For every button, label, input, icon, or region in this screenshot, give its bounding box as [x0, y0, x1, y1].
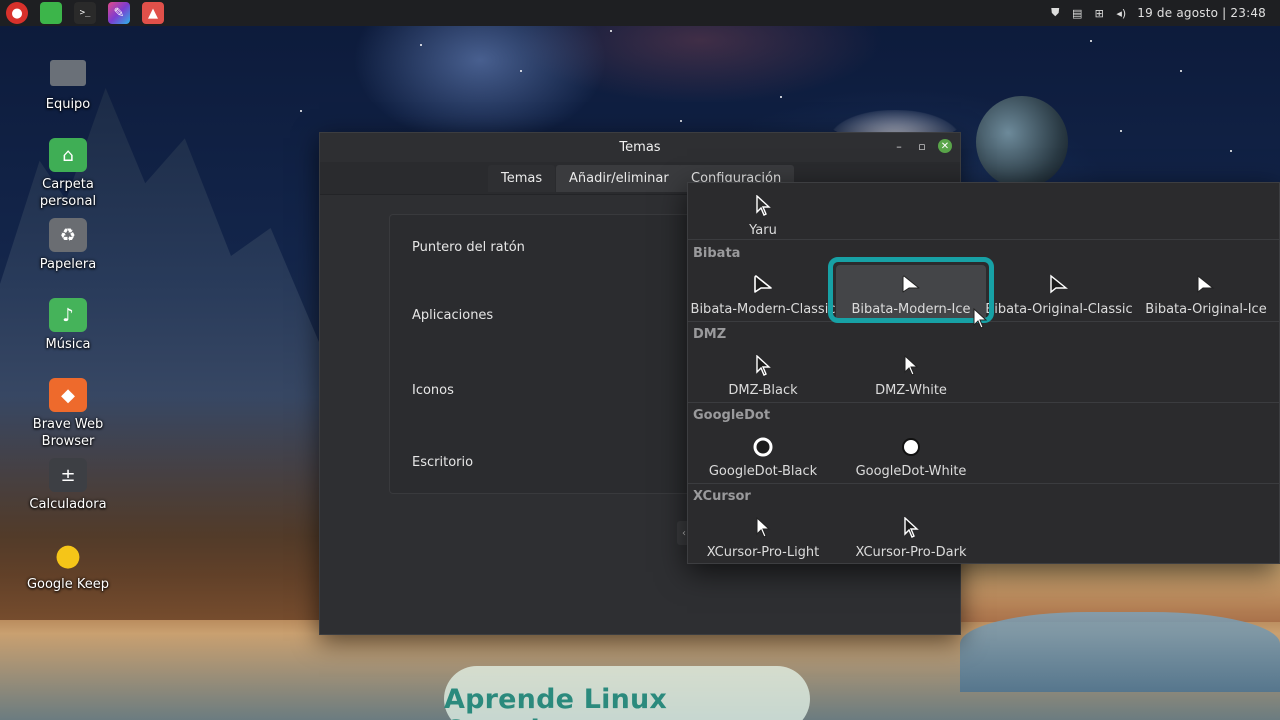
cursor-arrow-icon: [755, 193, 771, 219]
cursor-arrow-icon: [755, 353, 771, 379]
desktop-icon-carpeta-personal[interactable]: ⌂ Carpeta personal: [18, 138, 118, 210]
cursor-dot-icon: [752, 434, 774, 460]
desktop-icon-calculadora[interactable]: ± Calculadora: [18, 458, 118, 513]
launcher-bar: ● >_ ✎ ▲: [0, 2, 164, 24]
network-icon[interactable]: ⊞: [1093, 7, 1105, 20]
files-icon[interactable]: [40, 2, 62, 24]
trash-icon: ♻: [49, 218, 87, 252]
cursor-arrow-icon: [1196, 272, 1216, 298]
image-viewer-icon[interactable]: ▲: [142, 2, 164, 24]
minimize-icon[interactable]: –: [892, 139, 906, 153]
text-editor-icon[interactable]: ✎: [108, 2, 130, 24]
star: [520, 70, 522, 72]
group-separator: [688, 402, 1279, 403]
star: [1180, 70, 1182, 72]
music-folder-icon: ♪: [49, 298, 87, 332]
terminal-icon[interactable]: >_: [74, 2, 96, 24]
desktop-icon-google-keep[interactable]: ● Google Keep: [18, 538, 118, 593]
home-folder-icon: ⌂: [49, 138, 87, 172]
cursor-arrow-icon: [903, 515, 919, 541]
setting-icons: Iconos: [412, 383, 454, 398]
cursor-arrow-icon: [903, 353, 919, 379]
selection-highlight: [828, 257, 994, 323]
star: [1230, 150, 1232, 152]
desktop-icon-equipo[interactable]: Equipo: [18, 56, 118, 113]
group-separator: [688, 239, 1279, 240]
channel-watermark: Aprende Linux Conmigo: [444, 666, 810, 720]
cursor-arrow-icon: [1049, 272, 1069, 298]
printer-icon[interactable]: ▤: [1071, 7, 1083, 20]
star: [780, 96, 782, 98]
top-panel: ● >_ ✎ ▲ ⛊ ▤ ⊞ ◂) 19 de agosto | 23:48: [0, 0, 1280, 26]
desktop-icon-label: Equipo: [45, 97, 91, 112]
desktop-icon-label: Música: [45, 337, 91, 352]
close-icon[interactable]: ✕: [938, 139, 952, 153]
cursor-arrow-icon: [753, 272, 773, 298]
calculator-icon: ±: [49, 458, 87, 492]
star: [1120, 130, 1122, 132]
desktop-icon-papelera[interactable]: ♻ Papelera: [18, 218, 118, 273]
group-header-bibata: Bibata: [693, 246, 741, 261]
computer-icon: [50, 60, 86, 86]
shield-icon[interactable]: ⛊: [1049, 6, 1061, 19]
desktop-icon-label: Papelera: [39, 257, 97, 272]
window-controls: – ▫ ✕: [892, 139, 952, 153]
group-header-dmz: DMZ: [693, 327, 727, 342]
desktop-icon-label: Google Keep: [26, 577, 110, 592]
cursor-option-xcursor-pro-light[interactable]: XCursor-Pro-Light: [688, 515, 838, 563]
cursor-option-xcursor-pro-dark[interactable]: XCursor-Pro-Dark: [836, 515, 986, 563]
star: [610, 30, 612, 32]
star: [420, 44, 422, 46]
keep-icon: ●: [54, 537, 82, 573]
mouse-pointer-icon: [972, 307, 988, 334]
desktop-icon-musica[interactable]: ♪ Música: [18, 298, 118, 353]
cursor-option-yaru[interactable]: Yaru: [688, 193, 838, 251]
setting-desktop: Escritorio: [412, 455, 474, 470]
setting-mouse-pointer: Puntero del ratón: [412, 240, 525, 255]
group-header-xcursor: XCursor: [693, 489, 751, 504]
tab-temas[interactable]: Temas: [488, 165, 556, 192]
window-titlebar[interactable]: Temas – ▫ ✕: [320, 133, 960, 162]
brave-icon: ◆: [49, 378, 87, 412]
wallpaper-planet: [976, 96, 1068, 188]
desktop-icon-label: Calculadora: [29, 497, 107, 512]
clock[interactable]: 19 de agosto | 23:48: [1137, 6, 1266, 20]
cursor-dot-icon: [900, 434, 922, 460]
setting-applications: Aplicaciones: [412, 308, 494, 323]
window-title: Temas: [619, 140, 661, 155]
watermark-text: Aprende Linux Conmigo: [444, 684, 668, 720]
cursor-arrow-icon: [755, 515, 771, 541]
star: [680, 120, 682, 122]
volume-icon[interactable]: ◂): [1115, 7, 1127, 20]
group-header-googledot: GoogleDot: [693, 408, 771, 423]
wallpaper-lake: [960, 612, 1280, 692]
desktop-icon-brave[interactable]: ◆ Brave Web Browser: [18, 378, 118, 450]
star: [1090, 40, 1092, 42]
group-separator: [688, 483, 1279, 484]
app-menu-icon[interactable]: ●: [6, 2, 28, 24]
cursor-theme-chooser: Yaru Bibata Bibata-Modern-Classic Bibata…: [687, 182, 1280, 564]
maximize-icon[interactable]: ▫: [915, 139, 929, 153]
desktop-icon-label: Brave Web Browser: [32, 417, 104, 449]
tab-anadir-eliminar[interactable]: Añadir/eliminar: [556, 165, 682, 192]
system-tray: ⛊ ▤ ⊞ ◂) 19 de agosto | 23:48: [1049, 6, 1280, 20]
star: [300, 110, 302, 112]
desktop-icon-label: Carpeta personal: [39, 177, 97, 209]
